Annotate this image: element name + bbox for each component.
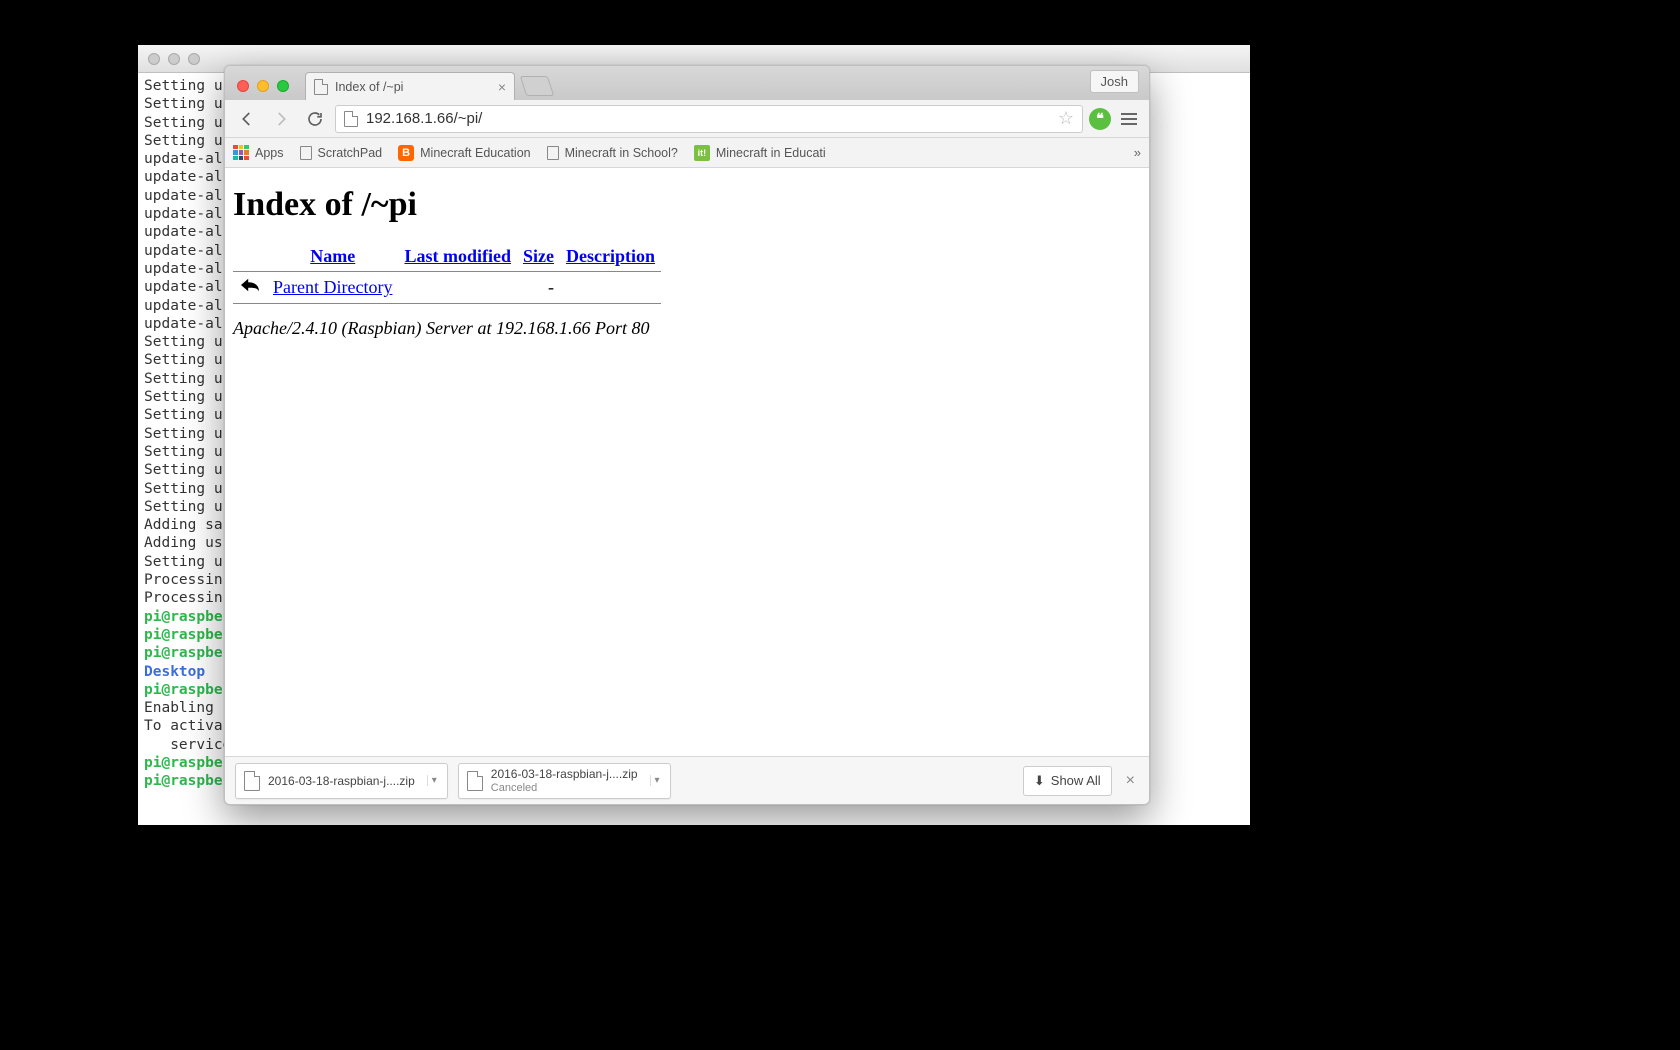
download-item[interactable]: 2016-03-18-raspbian-j....zipCanceled ▾	[458, 763, 671, 799]
parent-directory-link[interactable]: Parent Directory	[273, 277, 392, 297]
download-status: Canceled	[491, 781, 638, 795]
bookmark-icon: B	[398, 145, 414, 161]
chrome-window: Index of /~pi × Josh 192.168.1.66/~pi/ ☆…	[224, 65, 1150, 805]
hangouts-extension-icon[interactable]: ❝	[1089, 108, 1111, 130]
tab-title: Index of /~pi	[335, 80, 403, 94]
bookmark-label: Minecraft in Educati	[716, 146, 826, 160]
bookmark-item[interactable]: it! Minecraft in Educati	[694, 145, 826, 161]
window-close-button[interactable]	[237, 80, 249, 92]
bookmark-item[interactable]: Apps	[233, 145, 284, 161]
file-icon	[467, 771, 483, 791]
window-minimize-button[interactable]	[257, 80, 269, 92]
bookmark-icon	[547, 146, 559, 160]
tab-close-button[interactable]: ×	[498, 79, 506, 95]
bg-traffic-min[interactable]	[168, 53, 180, 65]
address-bar[interactable]: 192.168.1.66/~pi/ ☆	[335, 105, 1083, 133]
download-filename: 2016-03-18-raspbian-j....zip	[268, 774, 415, 788]
bookmark-label: Apps	[255, 146, 284, 160]
bookmark-icon: it!	[694, 145, 710, 161]
divider	[233, 304, 661, 305]
bg-traffic-close[interactable]	[148, 53, 160, 65]
server-signature: Apache/2.4.10 (Raspbian) Server at 192.1…	[233, 318, 1141, 339]
bookmark-star-icon[interactable]: ☆	[1058, 108, 1074, 129]
back-button[interactable]	[233, 105, 261, 133]
file-icon	[244, 771, 260, 791]
downloads-bar-close-button[interactable]: ×	[1122, 772, 1139, 790]
downloads-bar: 2016-03-18-raspbian-j....zip▾2016-03-18-…	[225, 756, 1149, 804]
bookmark-item[interactable]: ScratchPad	[300, 146, 383, 160]
col-desc[interactable]: Description	[566, 246, 655, 266]
download-item[interactable]: 2016-03-18-raspbian-j....zip ▾	[235, 763, 448, 799]
parent-directory-row: Parent Directory -	[233, 272, 661, 304]
bookmark-icon	[300, 146, 312, 160]
col-modified[interactable]: Last modified	[404, 246, 511, 266]
download-filename: 2016-03-18-raspbian-j....zip	[491, 767, 638, 781]
page-heading: Index of /~pi	[233, 186, 1141, 224]
page-content: Index of /~pi Name Last modified Size De…	[225, 168, 1149, 756]
profile-button[interactable]: Josh	[1090, 70, 1139, 93]
forward-button[interactable]	[267, 105, 295, 133]
bookmark-icon	[233, 145, 249, 161]
chrome-menu-button[interactable]	[1117, 113, 1141, 125]
parent-size: -	[517, 272, 560, 304]
col-name[interactable]: Name	[310, 246, 355, 266]
bg-traffic-max[interactable]	[188, 53, 200, 65]
bookmark-label: ScratchPad	[318, 146, 383, 160]
back-arrow-icon	[233, 272, 267, 304]
toolbar: 192.168.1.66/~pi/ ☆ ❝	[225, 100, 1149, 138]
bookmark-label: Minecraft Education	[420, 146, 530, 160]
browser-tab[interactable]: Index of /~pi ×	[305, 72, 515, 100]
bookmarks-overflow-button[interactable]: »	[1134, 145, 1141, 160]
download-menu-chevron[interactable]: ▾	[427, 775, 441, 786]
traffic-lights	[233, 80, 295, 100]
table-header-row: Name Last modified Size Description	[233, 242, 661, 272]
bookmark-item[interactable]: B Minecraft Education	[398, 145, 530, 161]
bookmarks-bar: Apps ScratchPad B Minecraft Education Minecr…	[225, 138, 1149, 168]
tab-strip: Index of /~pi × Josh	[225, 66, 1149, 100]
download-icon: ⬇	[1034, 773, 1045, 789]
site-icon	[344, 111, 358, 127]
reload-button[interactable]	[301, 105, 329, 133]
directory-listing-table: Name Last modified Size Description Pare…	[233, 242, 661, 304]
show-all-downloads-button[interactable]: ⬇ Show All	[1023, 766, 1112, 796]
url-text: 192.168.1.66/~pi/	[366, 110, 482, 127]
download-menu-chevron[interactable]: ▾	[650, 775, 664, 786]
bookmark-item[interactable]: Minecraft in School?	[547, 146, 678, 160]
col-size[interactable]: Size	[523, 246, 554, 266]
page-icon	[314, 79, 328, 95]
show-all-label: Show All	[1051, 773, 1101, 788]
new-tab-button[interactable]	[520, 76, 554, 96]
bookmark-label: Minecraft in School?	[565, 146, 678, 160]
window-zoom-button[interactable]	[277, 80, 289, 92]
